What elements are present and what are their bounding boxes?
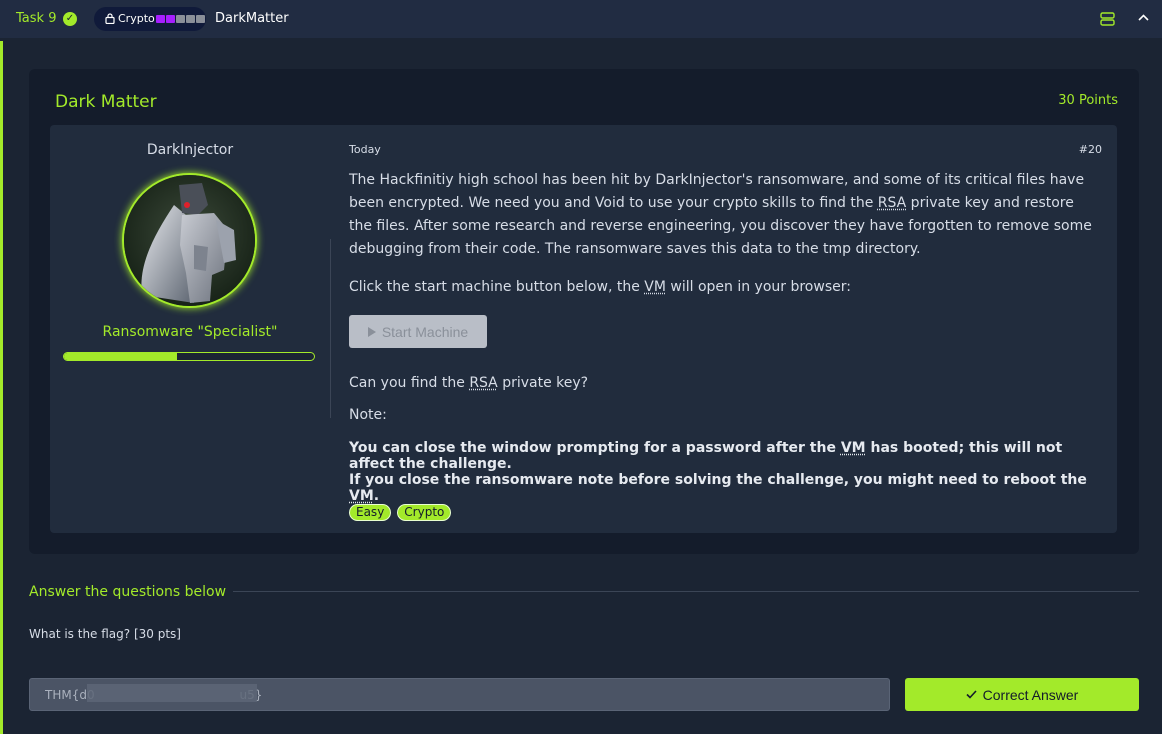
instructions-text: will open in your browser: — [665, 279, 851, 295]
correct-answer-label: Correct Answer — [982, 686, 1079, 703]
post-id: #20 — [1078, 143, 1102, 156]
task-number: Task 9 — [16, 11, 57, 26]
post-date: Today — [349, 143, 381, 156]
author-role: Ransomware "Specialist" — [102, 324, 278, 340]
task-accent-line — [0, 41, 3, 734]
answers-divider — [233, 591, 1139, 592]
chevron-up-icon[interactable] — [1137, 12, 1150, 24]
note-line: You can close the window prompting for a… — [349, 440, 1089, 472]
task-points: 30 Points — [1058, 93, 1118, 108]
task-header[interactable]: Task 9 ✓ Crypto DarkMatter — [0, 0, 1162, 38]
difficulty-dot — [166, 15, 175, 23]
note-text: You can close the window prompting for a… — [349, 440, 841, 456]
vm-abbr: VM — [349, 488, 374, 504]
start-machine-button[interactable]: Start Machine — [349, 315, 487, 348]
completed-check-icon: ✓ — [63, 12, 77, 26]
tag-crypto[interactable]: Crypto — [397, 504, 452, 521]
vm-abbr: VM — [644, 279, 666, 295]
check-icon — [966, 690, 977, 699]
question-text: private key? — [497, 375, 589, 391]
task-card: Dark Matter 30 Points DarkInjector Ranso… — [29, 69, 1139, 554]
difficulty-dot — [156, 15, 165, 23]
instructions-text: Click the start machine button below, th… — [349, 279, 645, 295]
start-machine-label: Start Machine — [381, 323, 469, 340]
note-text: If you close the ransomware note before … — [349, 472, 1087, 488]
question-label: What is the flag? [30 pts] — [29, 627, 181, 641]
tag-easy[interactable]: Easy — [349, 504, 392, 521]
difficulty-dot — [176, 15, 185, 23]
answers-heading: Answer the questions below — [29, 584, 227, 600]
lock-icon — [105, 13, 115, 24]
question-paragraph: Can you find the RSA private key? — [349, 375, 588, 391]
rsa-abbr: RSA — [469, 375, 498, 391]
difficulty-dot — [196, 15, 205, 23]
server-icon[interactable] — [1100, 12, 1115, 26]
difficulty-dot — [186, 15, 195, 23]
category-label: Crypto — [118, 12, 155, 25]
question-text: Can you find the — [349, 375, 470, 391]
note-content: You can close the window prompting for a… — [349, 440, 1089, 504]
task-title: Dark Matter — [55, 92, 157, 112]
task-description: The Hackfinitiy high school has been hit… — [349, 169, 1094, 299]
tag-list: Easy Crypto — [349, 504, 452, 521]
correct-answer-button[interactable]: Correct Answer — [905, 678, 1139, 711]
rank-progress-bar — [63, 352, 315, 361]
rank-progress-fill — [64, 353, 177, 360]
note-line: If you close the ransomware note before … — [349, 472, 1089, 504]
author-avatar[interactable] — [122, 173, 257, 308]
note-label: Note: — [349, 407, 387, 423]
task-post: DarkInjector Ransomware "Specialist" Tod… — [50, 125, 1117, 533]
note-text: . — [373, 488, 380, 504]
room-category-pill: Crypto — [94, 7, 206, 31]
avatar-image — [124, 175, 255, 306]
instructions-paragraph: Click the start machine button below, th… — [349, 276, 1094, 299]
author-name[interactable]: DarkInjector — [50, 142, 330, 158]
description-paragraph: The Hackfinitiy high school has been hit… — [349, 169, 1094, 261]
rsa-abbr: RSA — [877, 195, 907, 211]
difficulty-indicator — [156, 15, 205, 23]
play-icon — [367, 326, 376, 337]
vm-abbr: VM — [840, 440, 866, 456]
room-name: DarkMatter — [215, 11, 289, 26]
post-divider — [330, 239, 331, 418]
redacted-answer-mask — [87, 684, 257, 702]
